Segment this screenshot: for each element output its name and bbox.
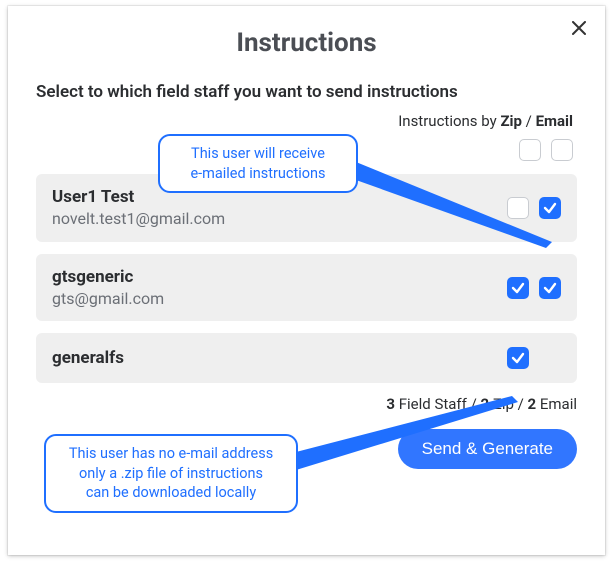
instructions-dialog: Instructions Select to which field staff… — [8, 6, 605, 555]
dialog-title: Instructions — [36, 28, 577, 58]
annotation-text: This user will receive e-mailed instruct… — [190, 145, 325, 182]
user-row: generalfs — [36, 333, 577, 383]
annotation-text: This user has no e-mail address only a .… — [69, 445, 273, 501]
user-zip-checkbox[interactable] — [507, 347, 529, 369]
check-icon — [511, 281, 525, 295]
user-email: gts@gmail.com — [52, 288, 507, 310]
dialog-subtitle: Select to which field staff you want to … — [36, 82, 577, 102]
col-zip: Zip — [500, 112, 522, 130]
close-icon — [572, 21, 586, 35]
user-zip-checkbox[interactable] — [507, 277, 529, 299]
check-icon — [543, 281, 557, 295]
close-button[interactable] — [567, 16, 591, 40]
check-icon — [511, 351, 525, 365]
col-prefix: Instructions by — [398, 112, 500, 130]
annotation-callout: This user will receive e-mailed instruct… — [158, 134, 358, 193]
user-name: generalfs — [52, 347, 507, 369]
annotation-callout: This user has no e-mail address only a .… — [44, 434, 298, 513]
col-email: Email — [536, 112, 573, 130]
column-header: Instructions by Zip / Email — [36, 112, 577, 130]
annotation-pointer-icon — [296, 396, 546, 476]
annotation-pointer-icon — [356, 154, 576, 274]
user-email-checkbox[interactable] — [539, 277, 561, 299]
